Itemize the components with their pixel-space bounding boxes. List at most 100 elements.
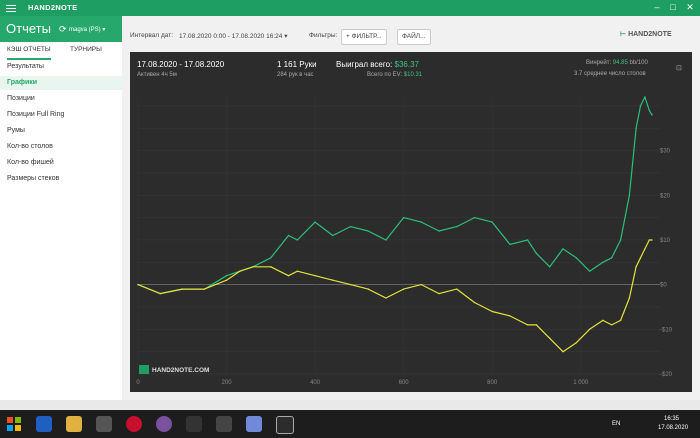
point-ev-total	[159, 292, 161, 295]
chevron-down-icon: ▾	[284, 33, 288, 40]
point-won-total	[602, 261, 604, 264]
date-interval-selector[interactable]: 17.08.2020 0:00 - 17.08.2020 16:24 ▾	[179, 32, 287, 40]
maximize-icon[interactable]: □	[666, 2, 680, 12]
discord-icon[interactable]	[246, 416, 262, 432]
date-interval-value: 17.08.2020 0:00 - 17.08.2020 16:24	[179, 33, 283, 40]
logo-text: HAND2NOTE	[628, 31, 672, 38]
point-won-total	[349, 225, 352, 228]
tab-tournaments[interactable]: ТУРНИРЫ	[70, 46, 102, 53]
add-filter-button[interactable]: + ФИЛЬТР...	[341, 29, 387, 45]
point-won-total	[639, 105, 642, 107]
point-ev-total	[385, 297, 387, 299]
results-chart: $30 $20 $10 $0 -$10 -$20 0 200 400 600 800 1 000 H…	[136, 96, 673, 386]
ie-icon[interactable]	[36, 416, 52, 432]
x-axis-ticks: 0 200 400 600 800 1 000	[136, 380, 589, 386]
opera-icon[interactable]	[126, 416, 142, 432]
y-tick-label: -$20	[660, 372, 673, 378]
filters-label: Фильтры:	[309, 32, 338, 39]
x-tick-label: 0	[136, 380, 140, 386]
point-ev-total	[402, 288, 405, 290]
x-tick-label: 400	[310, 380, 321, 386]
watermark-text: HAND2NOTE.COM	[152, 367, 209, 374]
y-tick-label: -$10	[660, 327, 673, 333]
language-indicator[interactable]: EN	[612, 421, 620, 427]
point-ev-total	[509, 315, 511, 317]
point-ev-total	[535, 324, 538, 326]
point-ev-total	[287, 275, 290, 277]
point-won-total	[549, 266, 551, 268]
point-won-total	[562, 248, 564, 250]
chevron-down-icon: ▾	[102, 27, 106, 33]
point-ev-total	[639, 257, 642, 259]
x-tick-label: 1 000	[573, 380, 589, 386]
sidebar-item-rooms[interactable]: Румы	[7, 127, 25, 134]
hand2note-taskbar-icon[interactable]	[276, 416, 294, 434]
close-icon[interactable]: ✕	[683, 2, 697, 13]
file-button[interactable]: ФАЙЛ...	[397, 29, 431, 45]
refresh-icon[interactable]: ⟳	[59, 24, 67, 35]
clock-date[interactable]: 17.08.2020	[658, 425, 688, 431]
minimize-icon[interactable]: –	[650, 2, 664, 12]
sidebar-item-stack-sizes[interactable]: Размеры стеков	[7, 175, 59, 182]
point-ev-total	[420, 283, 423, 286]
y-tick-label: $0	[660, 283, 667, 289]
point-won-total	[635, 127, 637, 129]
sidebar-item-results[interactable]: Результаты	[7, 63, 44, 70]
y-tick-label: $20	[660, 193, 671, 199]
point-ev-total	[628, 297, 631, 299]
chart-card: 17.08.2020 - 17.08.2020 Активен 4ч 5м 1 …	[130, 52, 692, 392]
hamburger-menu-icon[interactable]	[6, 3, 16, 13]
point-ev-total	[473, 301, 476, 304]
sidebar-item-positions[interactable]: Позиции	[7, 95, 35, 102]
point-won-total	[438, 230, 440, 232]
point-won-total	[332, 234, 334, 237]
account-selector[interactable]: magva (PS) ▾	[69, 26, 105, 33]
tab-cash-reports[interactable]: КЭШ ОТЧЕТЫ	[7, 46, 51, 60]
point-ev-total	[635, 266, 637, 268]
obs-icon[interactable]	[216, 416, 232, 432]
chart-watermark: HAND2NOTE.COM	[139, 365, 209, 374]
point-won-total	[473, 216, 476, 219]
media-player-icon[interactable]	[96, 416, 112, 432]
y-tick-label: $10	[660, 238, 671, 244]
point-won-total	[575, 257, 577, 259]
clock-time[interactable]: 16:35	[664, 416, 679, 422]
point-ev-total	[332, 279, 334, 281]
point-ev-total	[491, 310, 493, 313]
point-won-total	[402, 216, 405, 219]
point-ev-total	[137, 283, 139, 286]
x-tick-label: 800	[487, 380, 498, 386]
watermark-logo-icon	[139, 365, 149, 374]
y-tick-label: $30	[660, 149, 671, 155]
point-ev-total	[314, 275, 316, 277]
folder-icon[interactable]	[66, 416, 82, 432]
point-ev-total	[619, 319, 622, 322]
point-won-total	[314, 221, 316, 223]
y-axis-ticks: $30 $20 $10 $0 -$10 -$20	[660, 149, 673, 378]
sidebar-item-tables-count[interactable]: Кол-во столов	[7, 143, 53, 150]
sidebar-item-graphs[interactable]: Графики	[7, 79, 37, 86]
point-ev-total	[644, 248, 646, 250]
point-ev-total	[549, 337, 551, 339]
point-ev-total	[611, 324, 613, 326]
sidebar-item-positions-full-ring[interactable]: Позиции Full Ring	[7, 111, 64, 118]
sidebar-item-chips-count[interactable]: Кол-во фишей	[7, 159, 54, 166]
filter-bar: Интервал дат: 17.08.2020 0:00 - 17.08.20…	[122, 16, 700, 52]
x-tick-label: 600	[399, 380, 410, 386]
point-won-total	[456, 225, 458, 228]
interval-label: Интервал дат:	[130, 32, 174, 39]
windows-start-icon[interactable]	[6, 416, 22, 432]
point-won-total	[296, 239, 299, 241]
point-won-total	[270, 257, 272, 259]
point-ev-total	[203, 288, 206, 290]
point-ev-total	[526, 324, 529, 326]
viber-icon[interactable]	[156, 416, 172, 432]
logo-mark-icon: ⊢	[620, 31, 627, 38]
point-won-total	[287, 234, 290, 237]
windows-taskbar: EN 16:35 17.08.2020	[0, 410, 700, 438]
point-won-total	[588, 270, 591, 272]
hand2note-logo: ⊢ HAND2NOTE	[620, 30, 672, 38]
calculator-icon[interactable]	[186, 416, 202, 432]
app-title: HAND2NOTE	[28, 3, 78, 12]
point-ev-total	[651, 239, 653, 241]
